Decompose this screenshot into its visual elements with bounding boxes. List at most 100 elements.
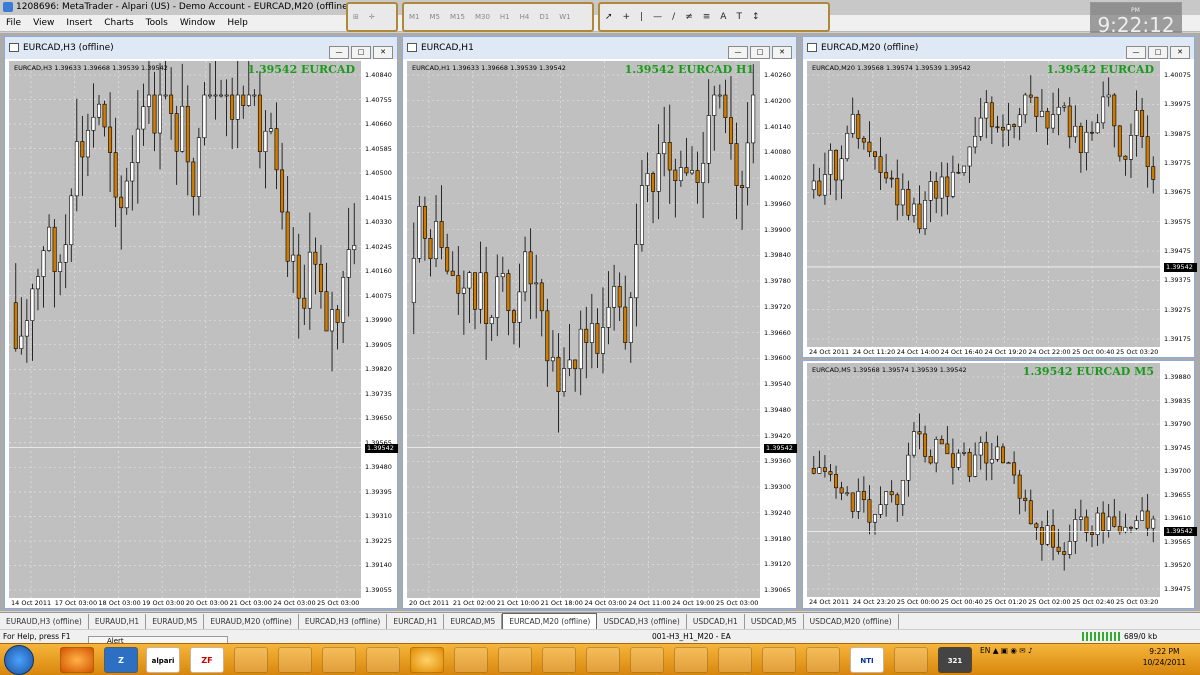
zf-taskbar-icon[interactable]: ZF	[190, 647, 224, 673]
chart-tab[interactable]: USDCAD,M20 (offline)	[804, 614, 899, 629]
candlestick-chart[interactable]	[407, 61, 760, 598]
321-taskbar-icon[interactable]: 321	[938, 647, 972, 673]
horizontal-line-icon[interactable]: —	[653, 4, 662, 30]
fish-icon[interactable]	[498, 647, 532, 673]
time-axis[interactable]: 20 Oct 2011 21 Oct 02:00 21 Oct 10:00 21 Oc…	[407, 598, 760, 610]
system-clock[interactable]: 9:22 PM 10/24/2011	[1143, 646, 1186, 668]
menu-view[interactable]: View	[27, 15, 60, 32]
minimize-icon[interactable]: —	[329, 46, 349, 59]
tf-m15[interactable]: M15	[450, 4, 465, 30]
firefox-icon[interactable]	[60, 647, 94, 673]
chart-window-caption[interactable]: EURCAD,H3 (offline) — □ ✕	[5, 37, 397, 59]
menu-help[interactable]: Help	[221, 15, 254, 32]
menu-charts[interactable]: Charts	[98, 15, 139, 32]
chart-window-eurcad-m5[interactable]: EURCAD,M5 1.39568 1.39574 1.39539 1.3954…	[802, 360, 1197, 609]
cursor-icon[interactable]: ➚	[605, 4, 613, 30]
tf-m5[interactable]: M5	[430, 4, 441, 30]
trendline-icon[interactable]: /	[672, 4, 675, 30]
tray-icons[interactable]: ▲ ▣ ◉ ✉ ♪	[993, 646, 1033, 655]
chart-tab[interactable]: USDCAD,H1	[687, 614, 745, 629]
close-icon[interactable]: ✕	[373, 46, 393, 59]
price-axis[interactable]: 1.39880 1.39835 1.39790 1.39745 1.39700 1.396…	[1161, 363, 1197, 597]
chart-tab[interactable]: EURCAD,M20 (offline)	[502, 613, 598, 629]
menu-file[interactable]: File	[0, 15, 27, 32]
butterfly-icon[interactable]	[630, 647, 664, 673]
folder-icon[interactable]	[278, 647, 312, 673]
tf-h1[interactable]: H1	[500, 4, 510, 30]
close-icon[interactable]: ✕	[1170, 46, 1190, 59]
candlestick-chart[interactable]	[807, 363, 1160, 597]
close-icon[interactable]: ✕	[772, 46, 792, 59]
minimize-icon[interactable]: —	[728, 46, 748, 59]
arrows-icon[interactable]: ↕	[752, 4, 760, 30]
channel-icon[interactable]: ≠	[685, 4, 693, 30]
price-axis[interactable]: 1.40075 1.39975 1.39875 1.39775 1.39675 1.395…	[1161, 61, 1197, 347]
chart-tab[interactable]: USDCAD,H3 (offline)	[597, 614, 687, 629]
candlestick-chart[interactable]	[9, 61, 361, 598]
price-axis[interactable]: 1.40260 1.40200 1.40140 1.40080 1.40020 1.399…	[761, 61, 798, 598]
candlestick-chart[interactable]	[807, 61, 1160, 347]
pencil-icon[interactable]	[366, 647, 400, 673]
chart-plot-area[interactable]: EURCAD,H1 1.39633 1.39668 1.39539 1.3954…	[407, 61, 760, 598]
chart-window-caption[interactable]: EURCAD,H1 — □ ✕	[403, 37, 796, 59]
time-axis[interactable]: 14 Oct 2011 17 Oct 03:00 18 Oct 03:00 19 Oc…	[9, 598, 361, 610]
chart-tab[interactable]: EURCAD,M5	[444, 614, 503, 629]
time-axis[interactable]: 24 Oct 2011 24 Oct 11:20 24 Oct 14:00 24 Oc…	[807, 347, 1160, 359]
tf-d1[interactable]: D1	[539, 4, 549, 30]
fibonacci-icon[interactable]: ≡	[703, 4, 711, 30]
document-icon[interactable]	[806, 647, 840, 673]
tf-m1[interactable]: M1	[409, 4, 420, 30]
chart-plot-area[interactable]: EURCAD,M20 1.39568 1.39574 1.39539 1.395…	[807, 61, 1160, 347]
paint-icon[interactable]	[762, 647, 796, 673]
chart-window-eurcad-m20[interactable]: EURCAD,M20 (offline) — □ ✕ EURCAD,M20 1.395…	[802, 36, 1197, 359]
text-label-icon[interactable]: T	[736, 4, 742, 30]
chart-tab[interactable]: EURAUD,M20 (offline)	[204, 614, 299, 629]
sync-icon[interactable]	[674, 647, 708, 673]
media-player-icon[interactable]	[454, 647, 488, 673]
maximize-icon[interactable]: □	[750, 46, 770, 59]
tf-h4[interactable]: H4	[520, 4, 530, 30]
calculator-icon[interactable]	[322, 647, 356, 673]
start-button[interactable]	[4, 645, 34, 675]
chart-tab[interactable]: EURCAD,H1	[387, 614, 445, 629]
folder-icon[interactable]	[234, 647, 268, 673]
minimize-icon[interactable]: —	[1126, 46, 1146, 59]
vertical-line-icon[interactable]: |	[640, 4, 643, 30]
maximize-icon[interactable]: □	[1148, 46, 1168, 59]
crosshair-icon[interactable]: ✛	[369, 4, 375, 30]
browser-icon[interactable]	[542, 647, 576, 673]
sun-icon[interactable]	[410, 647, 444, 673]
chart-tab[interactable]: EURAUD,H1	[89, 614, 147, 629]
language-indicator[interactable]: EN	[980, 646, 990, 655]
chart-tab[interactable]: EURCAD,H3 (offline)	[299, 614, 388, 629]
tools-icon[interactable]	[894, 647, 928, 673]
tf-m30[interactable]: M30	[475, 4, 490, 30]
crosshair-tool-icon[interactable]: +	[623, 4, 631, 30]
photo-icon[interactable]	[718, 647, 752, 673]
menu-insert[interactable]: Insert	[60, 15, 98, 32]
network-icon[interactable]	[586, 647, 620, 673]
nti-taskbar-icon[interactable]: NTI	[850, 647, 884, 673]
candle-body	[889, 177, 894, 180]
price-axis[interactable]: 1.40840 1.40755 1.40660 1.40585 1.40500 1.404…	[362, 61, 399, 598]
menu-window[interactable]: Window	[174, 15, 222, 32]
tf-w1[interactable]: W1	[559, 4, 570, 30]
alpari-taskbar-icon[interactable]: alpari	[146, 647, 180, 673]
chart-plot-area[interactable]: EURCAD,H3 1.39633 1.39668 1.39539 1.3954…	[9, 61, 361, 598]
text-icon[interactable]: A	[720, 4, 726, 30]
chart-window-eurcad-h1[interactable]: EURCAD,H1 — □ ✕ EURCAD,H1 1.39633 1.39668 1…	[402, 36, 797, 609]
menu-tools[interactable]: Tools	[140, 15, 174, 32]
chart-plot-area[interactable]: EURCAD,M5 1.39568 1.39574 1.39539 1.3954…	[807, 363, 1160, 597]
time-axis[interactable]: 24 Oct 2011 24 Oct 23:20 25 Oct 00:00 25 Oc…	[807, 597, 1160, 609]
chart-tab[interactable]: USDCAD,M5	[745, 614, 804, 629]
maximize-icon[interactable]: □	[351, 46, 371, 59]
chart-window-caption[interactable]: EURCAD,M20 (offline) — □ ✕	[803, 37, 1194, 59]
chart-tab[interactable]: EURAUD,M5	[146, 614, 205, 629]
chart-tab[interactable]: EURAUD,H3 (offline)	[0, 614, 89, 629]
zoom-icon[interactable]: ⊞	[353, 4, 359, 30]
chart-window-eurcad-h3[interactable]: EURCAD,H3 (offline) — □ ✕ EURCAD,H3 1.39633…	[4, 36, 398, 609]
app-z-icon[interactable]: Z	[104, 647, 138, 673]
status-profile[interactable]: 001-H3_H1_M20 - EA	[652, 630, 731, 644]
candle-body	[984, 442, 989, 464]
candle-body	[58, 261, 63, 272]
